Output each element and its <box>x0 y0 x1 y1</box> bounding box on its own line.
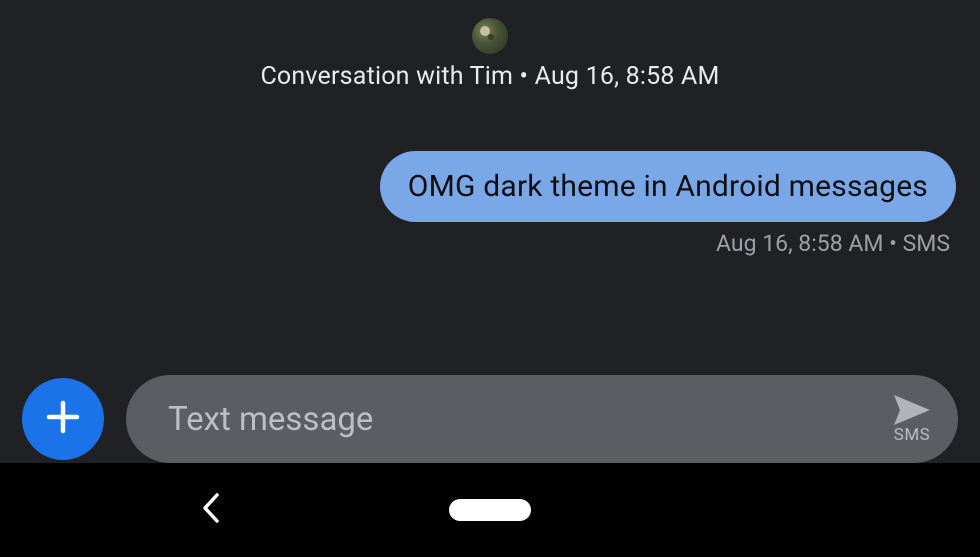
send-icon <box>892 393 932 427</box>
send-button[interactable]: SMS <box>892 393 936 445</box>
nav-home-button[interactable] <box>449 499 531 521</box>
message-row: OMG dark theme in Android messages <box>24 151 956 222</box>
message-list: OMG dark theme in Android messages Aug 1… <box>0 91 980 257</box>
conversation-title: Conversation with Tim • Aug 16, 8:58 AM <box>0 62 980 91</box>
android-nav-bar <box>0 463 980 557</box>
plus-icon <box>43 397 83 441</box>
add-attachment-button[interactable] <box>22 378 104 460</box>
contact-avatar[interactable] <box>472 18 508 54</box>
message-input[interactable] <box>168 400 892 439</box>
message-timestamp: Aug 16, 8:58 AM • SMS <box>24 230 956 257</box>
chevron-left-icon <box>200 510 222 529</box>
compose-bar: SMS <box>0 375 980 463</box>
compose-input-container[interactable]: SMS <box>126 375 958 463</box>
send-mode-label: SMS <box>894 425 931 445</box>
outgoing-message-bubble[interactable]: OMG dark theme in Android messages <box>380 151 956 222</box>
nav-back-button[interactable] <box>200 491 222 529</box>
conversation-header: Conversation with Tim • Aug 16, 8:58 AM <box>0 0 980 91</box>
